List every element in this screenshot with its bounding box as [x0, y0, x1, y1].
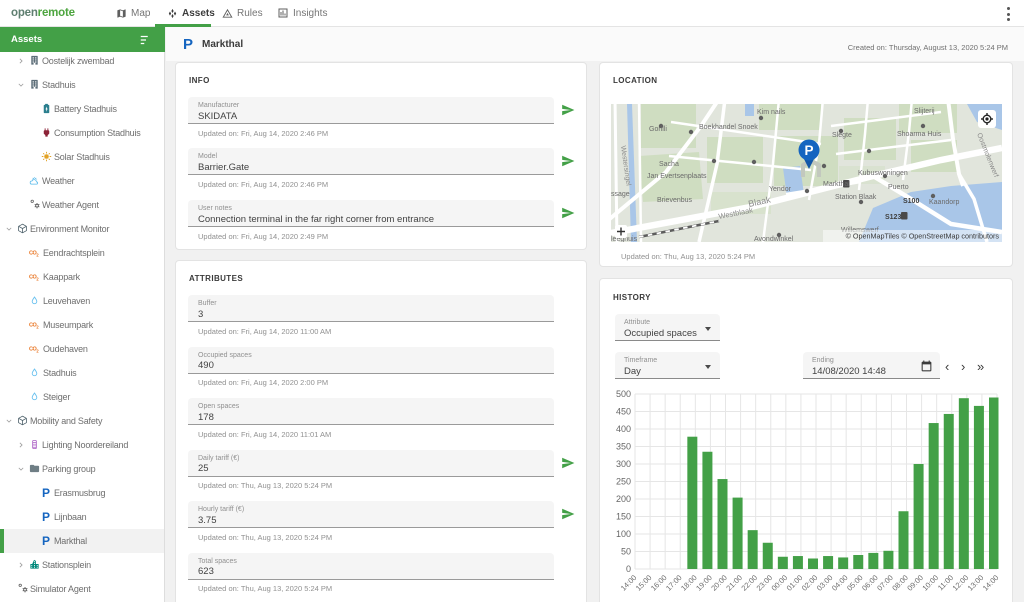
svg-text:15:00: 15:00 — [634, 573, 654, 593]
svg-text:14:00: 14:00 — [981, 573, 1001, 593]
svg-text:ssage: ssage — [611, 191, 630, 198]
svg-text:Markthal: Markthal — [823, 181, 850, 188]
svg-text:150: 150 — [616, 512, 631, 522]
svg-text:20:00: 20:00 — [709, 573, 729, 593]
svg-text:300: 300 — [616, 459, 631, 469]
svg-text:02:00: 02:00 — [800, 573, 820, 593]
svg-text:01:00: 01:00 — [785, 573, 805, 593]
svg-text:Slegte: Slegte — [832, 132, 852, 139]
svg-text:05:00: 05:00 — [845, 573, 865, 593]
svg-text:09:00: 09:00 — [905, 573, 925, 593]
svg-text:Brievenbus: Brievenbus — [657, 197, 693, 204]
svg-text:Shoarma Huis: Shoarma Huis — [897, 131, 942, 138]
svg-text:S100: S100 — [903, 198, 919, 205]
svg-text:22:00: 22:00 — [739, 573, 759, 593]
svg-text:Boekhandel Snoek: Boekhandel Snoek — [699, 124, 758, 131]
svg-text:0: 0 — [626, 564, 631, 574]
svg-text:Station Blaak: Station Blaak — [835, 194, 877, 201]
svg-text:P: P — [804, 143, 813, 158]
svg-text:Avondwinkel: Avondwinkel — [754, 236, 794, 242]
svg-text:50: 50 — [621, 547, 631, 557]
svg-text:14:00: 14:00 — [619, 573, 639, 593]
svg-text:17:00: 17:00 — [664, 573, 684, 593]
svg-text:250: 250 — [616, 477, 631, 487]
svg-text:S123: S123 — [885, 214, 901, 221]
svg-text:16:00: 16:00 — [649, 573, 669, 593]
svg-text:Yendor: Yendor — [769, 186, 792, 193]
svg-text:00:00: 00:00 — [770, 573, 790, 593]
svg-text:19:00: 19:00 — [694, 573, 714, 593]
svg-text:04:00: 04:00 — [830, 573, 850, 593]
svg-text:18:00: 18:00 — [679, 573, 699, 593]
svg-text:Kim nails: Kim nails — [757, 109, 786, 116]
svg-text:100: 100 — [616, 529, 631, 539]
svg-text:21:00: 21:00 — [724, 573, 744, 593]
svg-text:13:00: 13:00 — [966, 573, 986, 593]
svg-text:Jan Evertsenplaats: Jan Evertsenplaats — [647, 173, 707, 180]
svg-text:2: 2 — [36, 349, 39, 354]
svg-text:12:00: 12:00 — [951, 573, 971, 593]
svg-text:500: 500 — [616, 389, 631, 399]
svg-text:200: 200 — [616, 494, 631, 504]
svg-text:450: 450 — [616, 407, 631, 417]
svg-text:06:00: 06:00 — [860, 573, 880, 593]
svg-text:© OpenMapTiles © OpenStreetMap: © OpenMapTiles © OpenStreetMap contribut… — [846, 232, 1000, 241]
svg-text:Puerto: Puerto — [888, 184, 909, 191]
svg-text:11:00: 11:00 — [936, 573, 955, 592]
svg-text:2: 2 — [36, 253, 39, 258]
svg-text:Gorilli: Gorilli — [649, 126, 667, 133]
svg-text:Sacha: Sacha — [659, 161, 679, 168]
svg-text:400: 400 — [616, 424, 631, 434]
svg-text:350: 350 — [616, 442, 631, 452]
svg-text:Kaandorp: Kaandorp — [929, 199, 959, 206]
svg-text:Slijterij: Slijterij — [914, 108, 935, 115]
svg-text:2: 2 — [36, 325, 39, 330]
svg-text:07:00: 07:00 — [875, 573, 895, 593]
svg-text:03:00: 03:00 — [815, 573, 835, 593]
svg-text:23:00: 23:00 — [755, 573, 775, 593]
svg-text:08:00: 08:00 — [890, 573, 910, 593]
svg-text:Kubuswoningen: Kubuswoningen — [858, 170, 908, 177]
svg-text:2: 2 — [36, 277, 39, 282]
svg-text:10:00: 10:00 — [920, 573, 940, 593]
